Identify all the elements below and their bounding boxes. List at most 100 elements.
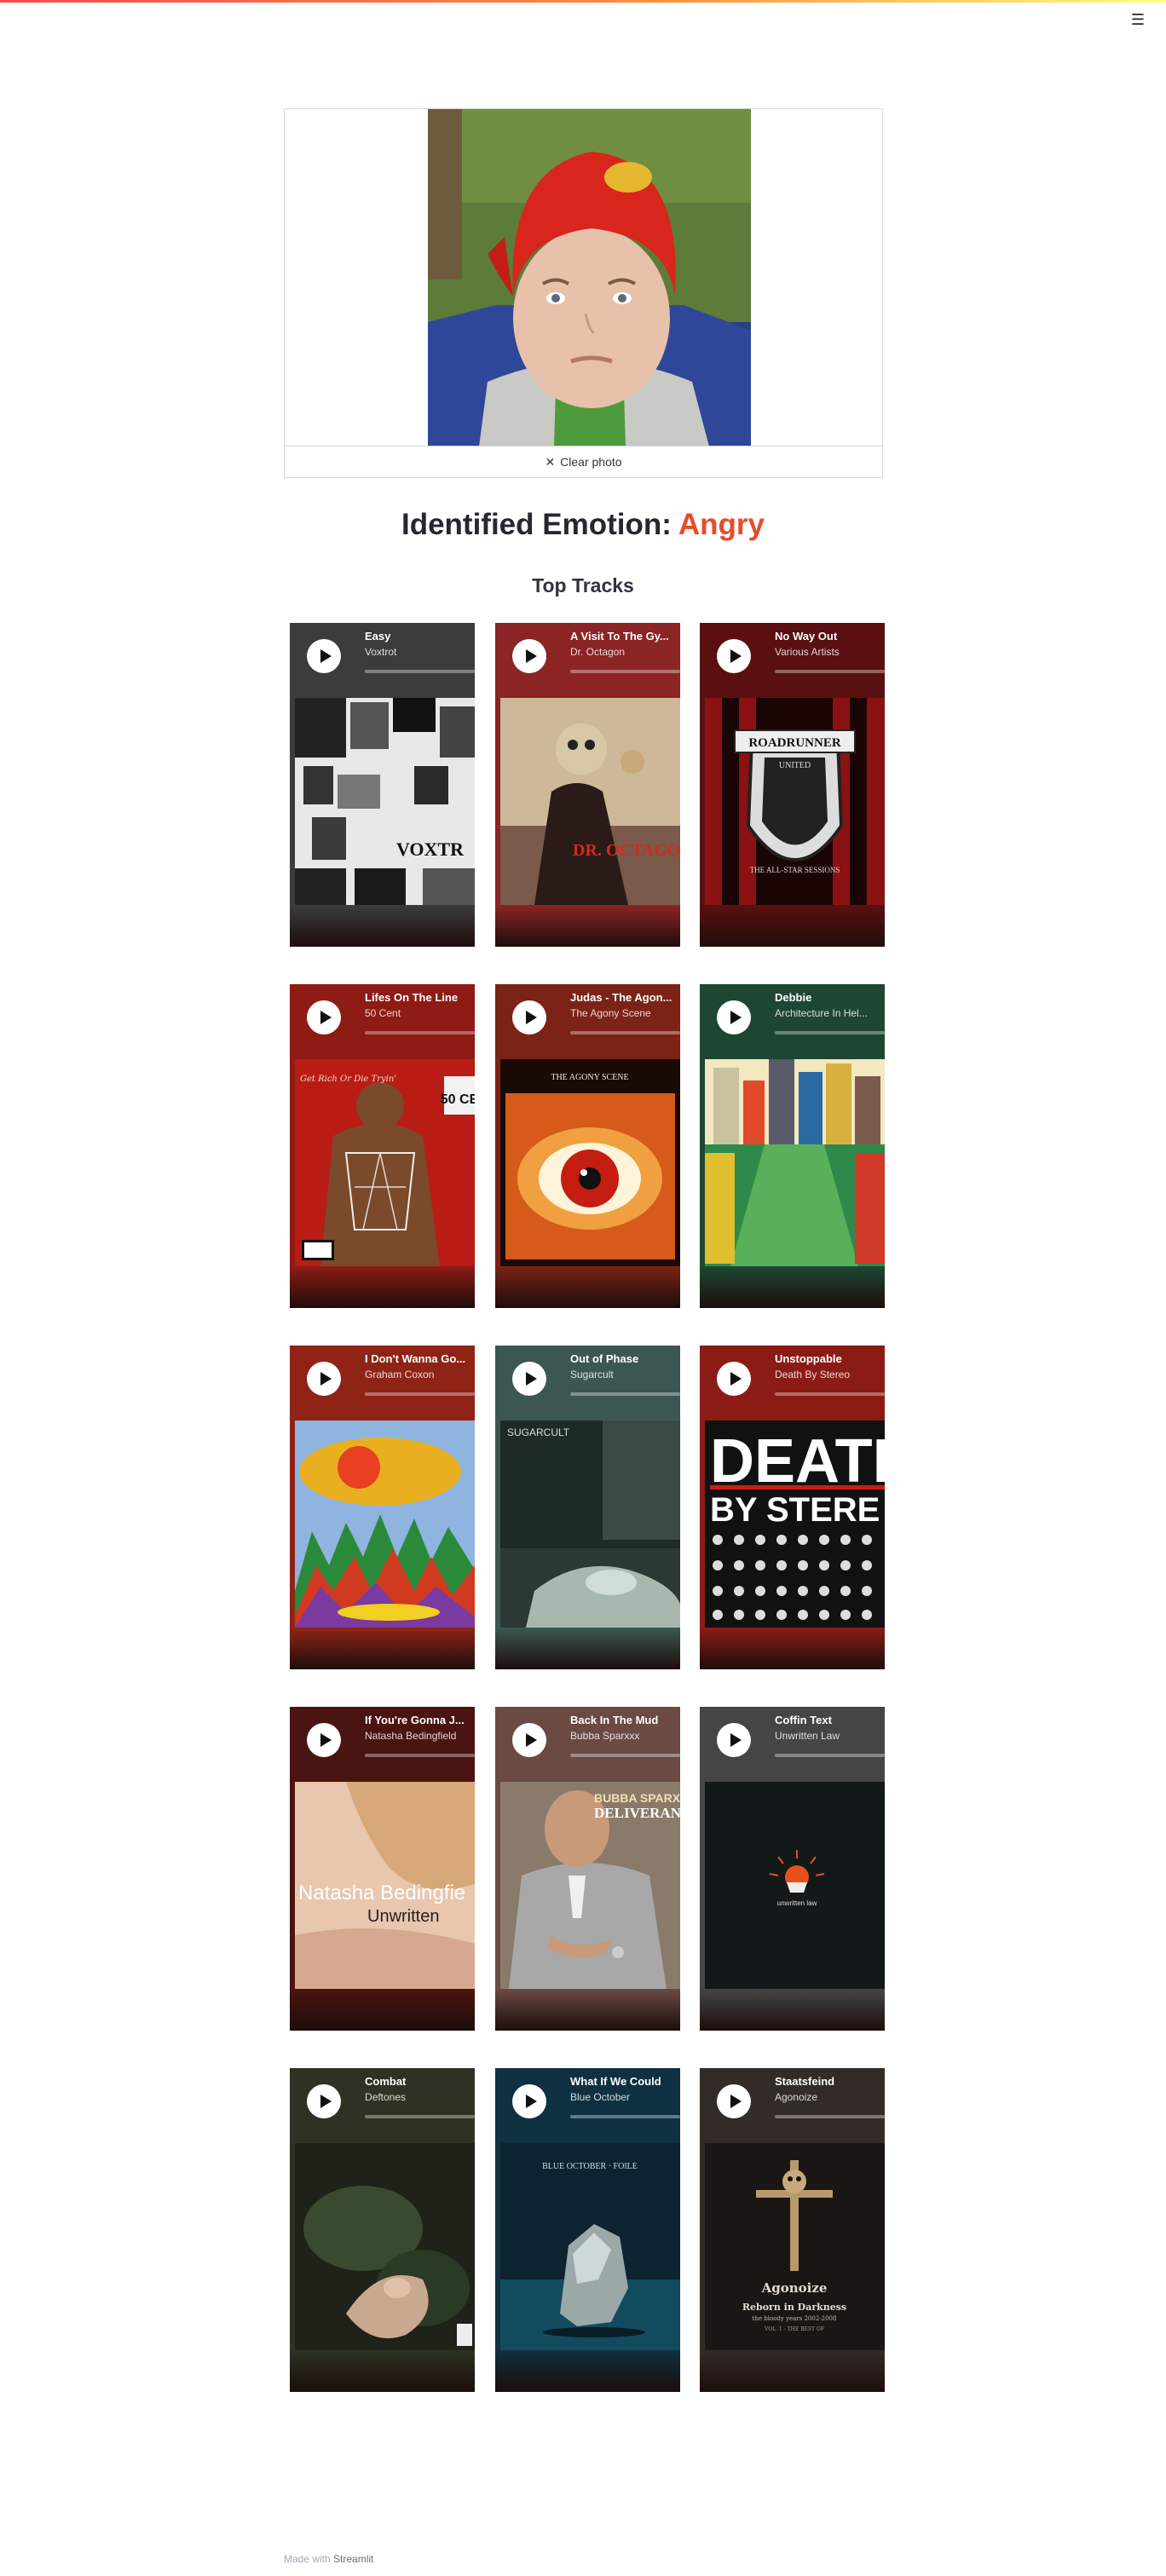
progress-bar[interactable] xyxy=(365,1754,475,1757)
album-art-text: DELIVERAN xyxy=(594,1805,680,1821)
progress-bar[interactable] xyxy=(570,670,680,673)
album-art: SUGARCULT xyxy=(500,1421,680,1628)
track-card[interactable]: I Don't Wanna Go... Graham Coxon xyxy=(290,1346,475,1669)
album-art xyxy=(295,2143,475,2350)
progress-bar[interactable] xyxy=(775,2115,885,2118)
progress-bar[interactable] xyxy=(365,1392,475,1396)
footer-prefix: Made with xyxy=(284,2553,331,2565)
play-button[interactable] xyxy=(717,1000,751,1034)
captured-photo xyxy=(428,109,751,447)
track-card-footer xyxy=(290,1628,475,1669)
track-card[interactable]: What If We Could Blue October BLUE OCTOB… xyxy=(495,2068,680,2392)
track-card[interactable]: A Visit To The Gy... Dr. Octagon DR. OCT… xyxy=(495,623,680,947)
track-card[interactable]: Combat Deftones xyxy=(290,2068,475,2392)
album-art-text: DR. OCTAGO xyxy=(573,841,680,860)
track-title: Lifes On The Line xyxy=(365,991,459,1004)
track-title: Debbie xyxy=(775,991,812,1004)
play-icon xyxy=(730,2095,742,2108)
track-title: Combat xyxy=(365,2075,407,2088)
track-card[interactable]: Out of Phase Sugarcult SUGARCULT xyxy=(495,1346,680,1669)
play-icon xyxy=(525,2095,537,2108)
album-art-text: Agonoize xyxy=(761,2280,828,2296)
track-card-footer xyxy=(495,1266,680,1308)
track-title: Coffin Text xyxy=(775,1714,832,1726)
track-artist: Graham Coxon xyxy=(365,1369,435,1380)
play-icon xyxy=(525,1011,537,1024)
track-card[interactable]: Back In The Mud Bubba Sparxxx BUBBA SPAR… xyxy=(495,1707,680,2031)
track-card[interactable]: Unstoppable Death By Stereo DEATH BY STE… xyxy=(700,1346,885,1669)
album-art: VOXTR xyxy=(295,698,475,905)
album-art-text: unwritten law xyxy=(777,1899,817,1907)
track-artist: Dr. Octagon xyxy=(570,646,626,658)
track-title: I Don't Wanna Go... xyxy=(365,1352,466,1365)
track-artist: Natasha Bedingfield xyxy=(365,1730,457,1742)
album-art-text: 50 CE xyxy=(441,1092,475,1107)
play-button[interactable] xyxy=(717,2084,751,2118)
track-artist: 50 Cent xyxy=(365,1007,401,1019)
album-art: BLUE OCTOBER · FOILE xyxy=(500,2143,680,2350)
play-button[interactable] xyxy=(512,1362,546,1396)
play-icon xyxy=(525,1372,537,1386)
track-card[interactable]: Judas - The Agon... The Agony Scene THE … xyxy=(495,984,680,1308)
progress-bar[interactable] xyxy=(365,670,475,673)
play-button[interactable] xyxy=(717,1723,751,1757)
track-title: If You're Gonna J... xyxy=(365,1714,465,1726)
progress-bar[interactable] xyxy=(775,1031,885,1034)
track-card[interactable]: Staatsfeind Agonoize Agonoize Reborn in … xyxy=(700,2068,885,2392)
play-icon xyxy=(525,649,537,663)
play-button[interactable] xyxy=(717,639,751,673)
album-art-text: BLUE OCTOBER · FOILE xyxy=(542,2162,638,2171)
track-title: Out of Phase xyxy=(570,1352,639,1365)
album-art-text: SUGARCULT xyxy=(507,1426,570,1438)
track-card-footer xyxy=(495,1989,680,2031)
track-card[interactable]: Coffin Text Unwritten Law unwritten law xyxy=(700,1707,885,2031)
album-art: THE AGONY SCENE xyxy=(500,1059,680,1266)
footer: Made with Streamlit xyxy=(284,2553,373,2565)
play-button[interactable] xyxy=(512,2084,546,2118)
track-card[interactable]: If You're Gonna J... Natasha Bedingfield… xyxy=(290,1707,475,2031)
play-icon xyxy=(320,2095,332,2108)
progress-bar[interactable] xyxy=(775,1392,885,1396)
album-art-text: Reborn in Darkness xyxy=(742,2302,846,2313)
progress-bar[interactable] xyxy=(570,1754,680,1757)
track-artist: Voxtrot xyxy=(365,646,397,658)
play-icon xyxy=(525,1733,537,1747)
play-button[interactable] xyxy=(512,1723,546,1757)
track-card-footer xyxy=(495,2350,680,2392)
track-artist: Death By Stereo xyxy=(775,1369,851,1380)
play-button[interactable] xyxy=(512,1000,546,1034)
progress-bar[interactable] xyxy=(365,1031,475,1034)
progress-bar[interactable] xyxy=(570,2115,680,2118)
play-button[interactable] xyxy=(307,1362,341,1396)
clear-photo-button[interactable]: ✕ Clear photo xyxy=(284,446,883,478)
play-icon xyxy=(320,1011,332,1024)
play-icon xyxy=(730,649,742,663)
track-card-footer xyxy=(290,905,475,947)
progress-bar[interactable] xyxy=(775,670,885,673)
progress-bar[interactable] xyxy=(775,1754,885,1757)
play-icon xyxy=(320,1372,332,1386)
album-art-text: BUBBA SPARX xyxy=(594,1791,680,1805)
progress-bar[interactable] xyxy=(570,1031,680,1034)
play-button[interactable] xyxy=(307,2084,341,2118)
play-button[interactable] xyxy=(307,639,341,673)
track-card-footer xyxy=(700,1989,885,2031)
play-button[interactable] xyxy=(307,1000,341,1034)
play-button[interactable] xyxy=(512,639,546,673)
track-artist: Various Artists xyxy=(775,646,840,658)
emotion-label: Identified Emotion: xyxy=(401,508,672,541)
track-card[interactable]: No Way Out Various Artists ROADRUNNER UN… xyxy=(700,623,885,947)
album-art-text: Unwritten xyxy=(367,1907,439,1926)
progress-bar[interactable] xyxy=(365,2115,475,2118)
track-title: Easy xyxy=(365,630,391,643)
hamburger-menu-icon[interactable]: ☰ xyxy=(1128,10,1147,29)
track-card[interactable]: Lifes On The Line 50 Cent 50 CE Get Rich… xyxy=(290,984,475,1308)
play-button[interactable] xyxy=(717,1362,751,1396)
streamlit-link[interactable]: Streamlit xyxy=(333,2553,373,2565)
play-button[interactable] xyxy=(307,1723,341,1757)
progress-bar[interactable] xyxy=(570,1392,680,1396)
track-card[interactable]: Easy Voxtrot VOXTR xyxy=(290,623,475,947)
clear-photo-label: Clear photo xyxy=(560,455,622,469)
track-card[interactable]: Debbie Architecture In Hel... xyxy=(700,984,885,1308)
album-art: unwritten law xyxy=(705,1782,885,1989)
